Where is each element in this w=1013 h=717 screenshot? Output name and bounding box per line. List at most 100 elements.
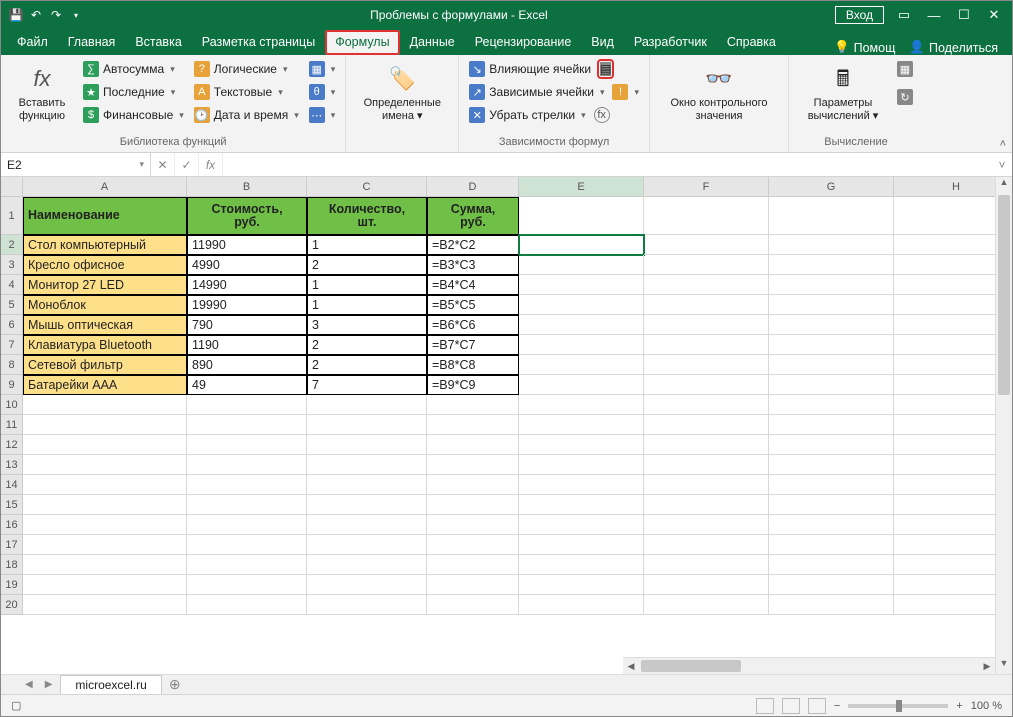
cell[interactable] xyxy=(427,535,519,555)
cell[interactable] xyxy=(307,515,427,535)
sheet-nav-prev-icon[interactable]: ◀ xyxy=(21,679,37,690)
redo-icon[interactable]: ↷ xyxy=(49,8,63,22)
cell[interactable] xyxy=(769,435,894,455)
expand-formula-bar-icon[interactable]: ˅ xyxy=(992,153,1012,176)
cell-name[interactable]: Сетевой фильтр xyxy=(23,355,187,375)
cell[interactable] xyxy=(519,275,644,295)
cell[interactable] xyxy=(23,435,187,455)
cell-sum[interactable]: =B3*C3 xyxy=(427,255,519,275)
cell[interactable] xyxy=(23,455,187,475)
cell[interactable] xyxy=(769,395,894,415)
tab-insert[interactable]: Вставка xyxy=(125,30,191,55)
cell[interactable] xyxy=(644,475,769,495)
enter-formula-icon[interactable]: ✓ xyxy=(175,153,199,176)
cell[interactable] xyxy=(23,395,187,415)
calc-sheet-button[interactable]: ↻ xyxy=(895,87,915,107)
trace-precedents-button[interactable]: ↘Влияющие ячейки xyxy=(467,59,593,79)
vscroll-thumb[interactable] xyxy=(998,195,1010,395)
financial-button[interactable]: $Финансовые xyxy=(81,105,186,125)
cell[interactable] xyxy=(769,455,894,475)
row-header-12[interactable]: 12 xyxy=(1,435,23,455)
datetime-button[interactable]: 🕑Дата и время xyxy=(192,105,301,125)
cell[interactable] xyxy=(427,455,519,475)
cell[interactable] xyxy=(644,595,769,615)
cell-name[interactable]: Моноблок xyxy=(23,295,187,315)
new-sheet-button[interactable]: ⊕ xyxy=(166,676,184,694)
cell[interactable] xyxy=(519,435,644,455)
cell[interactable] xyxy=(769,375,894,395)
share-button[interactable]: 👤Поделиться xyxy=(909,40,998,55)
cell-qty[interactable]: 7 xyxy=(307,375,427,395)
cell[interactable] xyxy=(769,515,894,535)
cell[interactable] xyxy=(519,415,644,435)
cell[interactable] xyxy=(307,535,427,555)
logical-button[interactable]: ?Логические xyxy=(192,59,301,79)
cell[interactable] xyxy=(23,415,187,435)
qat-customize-icon[interactable]: ▾ xyxy=(69,8,83,22)
tab-developer[interactable]: Разработчик xyxy=(624,30,717,55)
cell[interactable] xyxy=(427,395,519,415)
cell[interactable] xyxy=(427,575,519,595)
cell[interactable] xyxy=(187,535,307,555)
row-header-2[interactable]: 2 xyxy=(1,235,23,255)
cell-sum[interactable]: =B4*C4 xyxy=(427,275,519,295)
cell[interactable] xyxy=(187,595,307,615)
col-header-D[interactable]: D xyxy=(427,177,519,197)
cell-sum[interactable]: =B5*C5 xyxy=(427,295,519,315)
lookup-button[interactable]: ▦ xyxy=(307,59,338,79)
row-header-3[interactable]: 3 xyxy=(1,255,23,275)
cell[interactable] xyxy=(187,395,307,415)
cell[interactable] xyxy=(644,535,769,555)
cell[interactable] xyxy=(187,495,307,515)
tab-help[interactable]: Справка xyxy=(717,30,786,55)
cell[interactable] xyxy=(519,315,644,335)
cell-price[interactable]: 890 xyxy=(187,355,307,375)
cell[interactable] xyxy=(769,235,894,255)
vertical-scrollbar[interactable]: ▲ ▼ xyxy=(995,177,1012,674)
cell[interactable] xyxy=(187,555,307,575)
cell[interactable] xyxy=(23,475,187,495)
cell[interactable] xyxy=(23,495,187,515)
cell-price[interactable]: 49 xyxy=(187,375,307,395)
cell[interactable] xyxy=(644,355,769,375)
sheet-nav-next-icon[interactable]: ▶ xyxy=(41,679,57,690)
zoom-in-icon[interactable]: + xyxy=(956,700,962,712)
cell[interactable] xyxy=(519,455,644,475)
cell[interactable] xyxy=(307,455,427,475)
recent-button[interactable]: ★Последние xyxy=(81,82,186,102)
cell-name[interactable]: Батарейки AAA xyxy=(23,375,187,395)
scroll-up-icon[interactable]: ▲ xyxy=(996,177,1012,193)
cell[interactable] xyxy=(769,275,894,295)
row-header-20[interactable]: 20 xyxy=(1,595,23,615)
tab-home[interactable]: Главная xyxy=(58,30,126,55)
cell[interactable] xyxy=(519,255,644,275)
tell-me[interactable]: 💡Помощ xyxy=(834,40,895,55)
row-header-16[interactable]: 16 xyxy=(1,515,23,535)
login-button[interactable]: Вход xyxy=(835,6,884,24)
cell[interactable] xyxy=(23,535,187,555)
cell[interactable] xyxy=(519,515,644,535)
cell[interactable] xyxy=(769,295,894,315)
cell-price[interactable]: 19990 xyxy=(187,295,307,315)
cell-name[interactable]: Кресло офисное xyxy=(23,255,187,275)
cell[interactable] xyxy=(187,435,307,455)
cell[interactable] xyxy=(307,475,427,495)
cell[interactable] xyxy=(644,495,769,515)
row-header-1[interactable]: 1 xyxy=(1,197,23,235)
table-header[interactable]: Стоимость,руб. xyxy=(187,197,307,235)
cell[interactable] xyxy=(187,475,307,495)
cell[interactable] xyxy=(644,295,769,315)
cell[interactable] xyxy=(307,555,427,575)
cell[interactable] xyxy=(427,435,519,455)
ribbon-display-icon[interactable]: ▭ xyxy=(894,7,914,23)
cell-qty[interactable]: 2 xyxy=(307,255,427,275)
text-button[interactable]: AТекстовые xyxy=(192,82,301,102)
cell[interactable] xyxy=(307,395,427,415)
error-checking-button[interactable]: ! xyxy=(610,82,641,102)
cell[interactable] xyxy=(769,595,894,615)
page-layout-view-icon[interactable] xyxy=(782,698,800,714)
cell-price[interactable]: 1190 xyxy=(187,335,307,355)
cell-qty[interactable]: 1 xyxy=(307,295,427,315)
cell-sum[interactable]: =B7*C7 xyxy=(427,335,519,355)
remove-arrows-button[interactable]: ✕Убрать стрелки xyxy=(467,105,587,125)
